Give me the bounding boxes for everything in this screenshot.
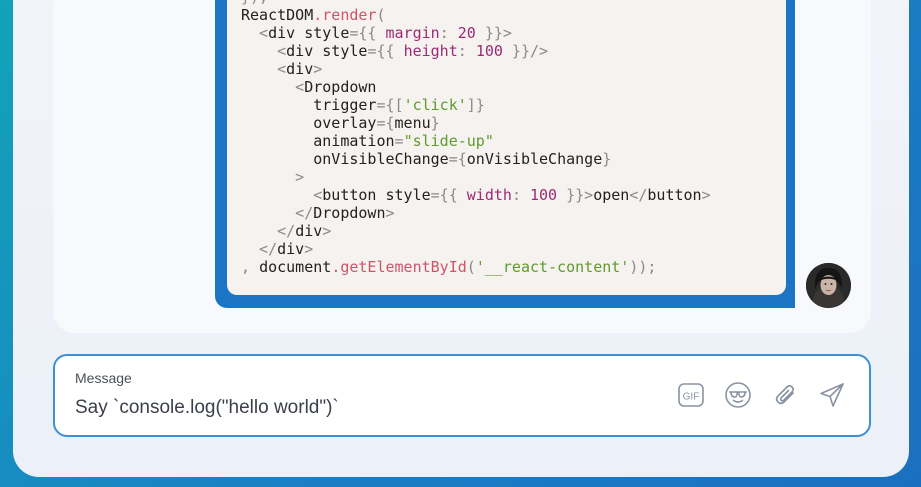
paperclip-icon bbox=[775, 384, 795, 405]
code-line: ReactDOM.render( bbox=[241, 6, 711, 24]
code-token: .render bbox=[313, 6, 377, 24]
code-token: = bbox=[394, 132, 404, 150]
code-line: </Dropdown> bbox=[241, 204, 711, 222]
code-token: ]} bbox=[466, 96, 485, 114]
user-photo-icon bbox=[806, 263, 851, 308]
code-line: , document.getElementById('__react-conte… bbox=[241, 258, 711, 276]
code-line: onVisibleChange={onVisibleChange} bbox=[241, 150, 711, 168]
code-token: div bbox=[286, 60, 314, 78]
code-token: overlay bbox=[241, 114, 377, 132]
code-token: div style bbox=[268, 24, 350, 42]
code-token: ={{ bbox=[349, 24, 386, 42]
code-token: < bbox=[241, 60, 287, 78]
code-token: > bbox=[241, 168, 305, 186]
code-token: </ bbox=[629, 186, 648, 204]
code-token: < bbox=[241, 24, 269, 42]
code-token: }}/> bbox=[502, 42, 549, 60]
code-token: ( bbox=[376, 6, 386, 24]
code-token: </ bbox=[241, 204, 314, 222]
code-token: ={ bbox=[376, 114, 395, 132]
code-line: </div> bbox=[241, 222, 711, 240]
send-button[interactable] bbox=[817, 380, 847, 410]
message-composer: Message GIF bbox=[53, 354, 871, 437]
code-token: ={ bbox=[448, 150, 467, 168]
code-line: <div style={{ margin: 20 }}> bbox=[241, 24, 711, 42]
code-token: < bbox=[241, 78, 305, 96]
code-token: button style bbox=[322, 186, 431, 204]
code-token: } bbox=[602, 150, 612, 168]
code-token: document bbox=[259, 258, 332, 276]
code-token: </ bbox=[241, 222, 296, 240]
code-token: 100 bbox=[530, 186, 558, 204]
code-token: .getElementById bbox=[331, 258, 467, 276]
code-line: > bbox=[241, 168, 711, 186]
code-token: , bbox=[241, 258, 260, 276]
code-token: } bbox=[430, 114, 440, 132]
message-label: Message bbox=[75, 370, 132, 386]
code-line: <Dropdown bbox=[241, 78, 711, 96]
code-token: Dropdown bbox=[313, 204, 386, 222]
code-token: }}> bbox=[475, 24, 512, 42]
code-token: : bbox=[439, 24, 458, 42]
code-line: trigger={['click']} bbox=[241, 96, 711, 114]
code-token: < bbox=[241, 186, 323, 204]
code-block: });ReactDOM.render( <div style={{ margin… bbox=[241, 0, 711, 276]
code-line: <div style={{ height: 100 }}/> bbox=[241, 42, 711, 60]
code-line: overlay={menu} bbox=[241, 114, 711, 132]
code-token: > bbox=[701, 186, 711, 204]
code-token: ={{ bbox=[430, 186, 467, 204]
code-token: ={[ bbox=[376, 96, 404, 114]
code-token: div bbox=[277, 240, 305, 258]
code-token: < bbox=[241, 42, 287, 60]
code-token: onVisibleChange bbox=[466, 150, 603, 168]
message-input[interactable] bbox=[75, 394, 635, 422]
gif-label: GIF bbox=[683, 392, 700, 403]
code-token: : bbox=[511, 186, 530, 204]
code-token: Dropdown bbox=[304, 78, 377, 96]
code-token: div bbox=[295, 222, 323, 240]
code-token: ( bbox=[466, 258, 476, 276]
code-line: <div> bbox=[241, 60, 711, 78]
code-token: '__react-content' bbox=[475, 258, 630, 276]
code-token: > bbox=[304, 240, 314, 258]
code-token: ReactDOM bbox=[241, 6, 314, 24]
emoji-sunglasses-icon bbox=[725, 382, 751, 408]
gif-icon: GIF bbox=[678, 383, 704, 407]
code-token: 'click' bbox=[403, 96, 467, 114]
attach-button[interactable] bbox=[771, 380, 801, 410]
code-token: margin bbox=[385, 24, 440, 42]
code-token: div style bbox=[286, 42, 368, 60]
code-token: "slide-up" bbox=[403, 132, 494, 150]
code-token: animation bbox=[241, 132, 395, 150]
code-token: > bbox=[313, 60, 323, 78]
code-token: > bbox=[385, 204, 395, 222]
code-token: )); bbox=[629, 258, 657, 276]
send-icon bbox=[820, 383, 844, 407]
code-token: 20 bbox=[457, 24, 476, 42]
code-line: </div> bbox=[241, 240, 711, 258]
code-token: button bbox=[647, 186, 702, 204]
code-token: open bbox=[593, 186, 630, 204]
code-token: : bbox=[457, 42, 476, 60]
code-token: > bbox=[322, 222, 332, 240]
code-token: trigger bbox=[241, 96, 377, 114]
code-token: height bbox=[403, 42, 458, 60]
code-token: </ bbox=[241, 240, 278, 258]
code-token: 100 bbox=[475, 42, 503, 60]
gif-button[interactable]: GIF bbox=[676, 380, 706, 410]
code-token: menu bbox=[394, 114, 431, 132]
emoji-button[interactable] bbox=[723, 380, 753, 410]
code-token: ={{ bbox=[367, 42, 404, 60]
code-line: animation="slide-up" bbox=[241, 132, 711, 150]
avatar[interactable] bbox=[806, 263, 851, 308]
code-token: onVisibleChange bbox=[241, 150, 449, 168]
code-line: <button style={{ width: 100 }}>open</but… bbox=[241, 186, 711, 204]
code-token: }}> bbox=[557, 186, 594, 204]
code-token: width bbox=[466, 186, 512, 204]
